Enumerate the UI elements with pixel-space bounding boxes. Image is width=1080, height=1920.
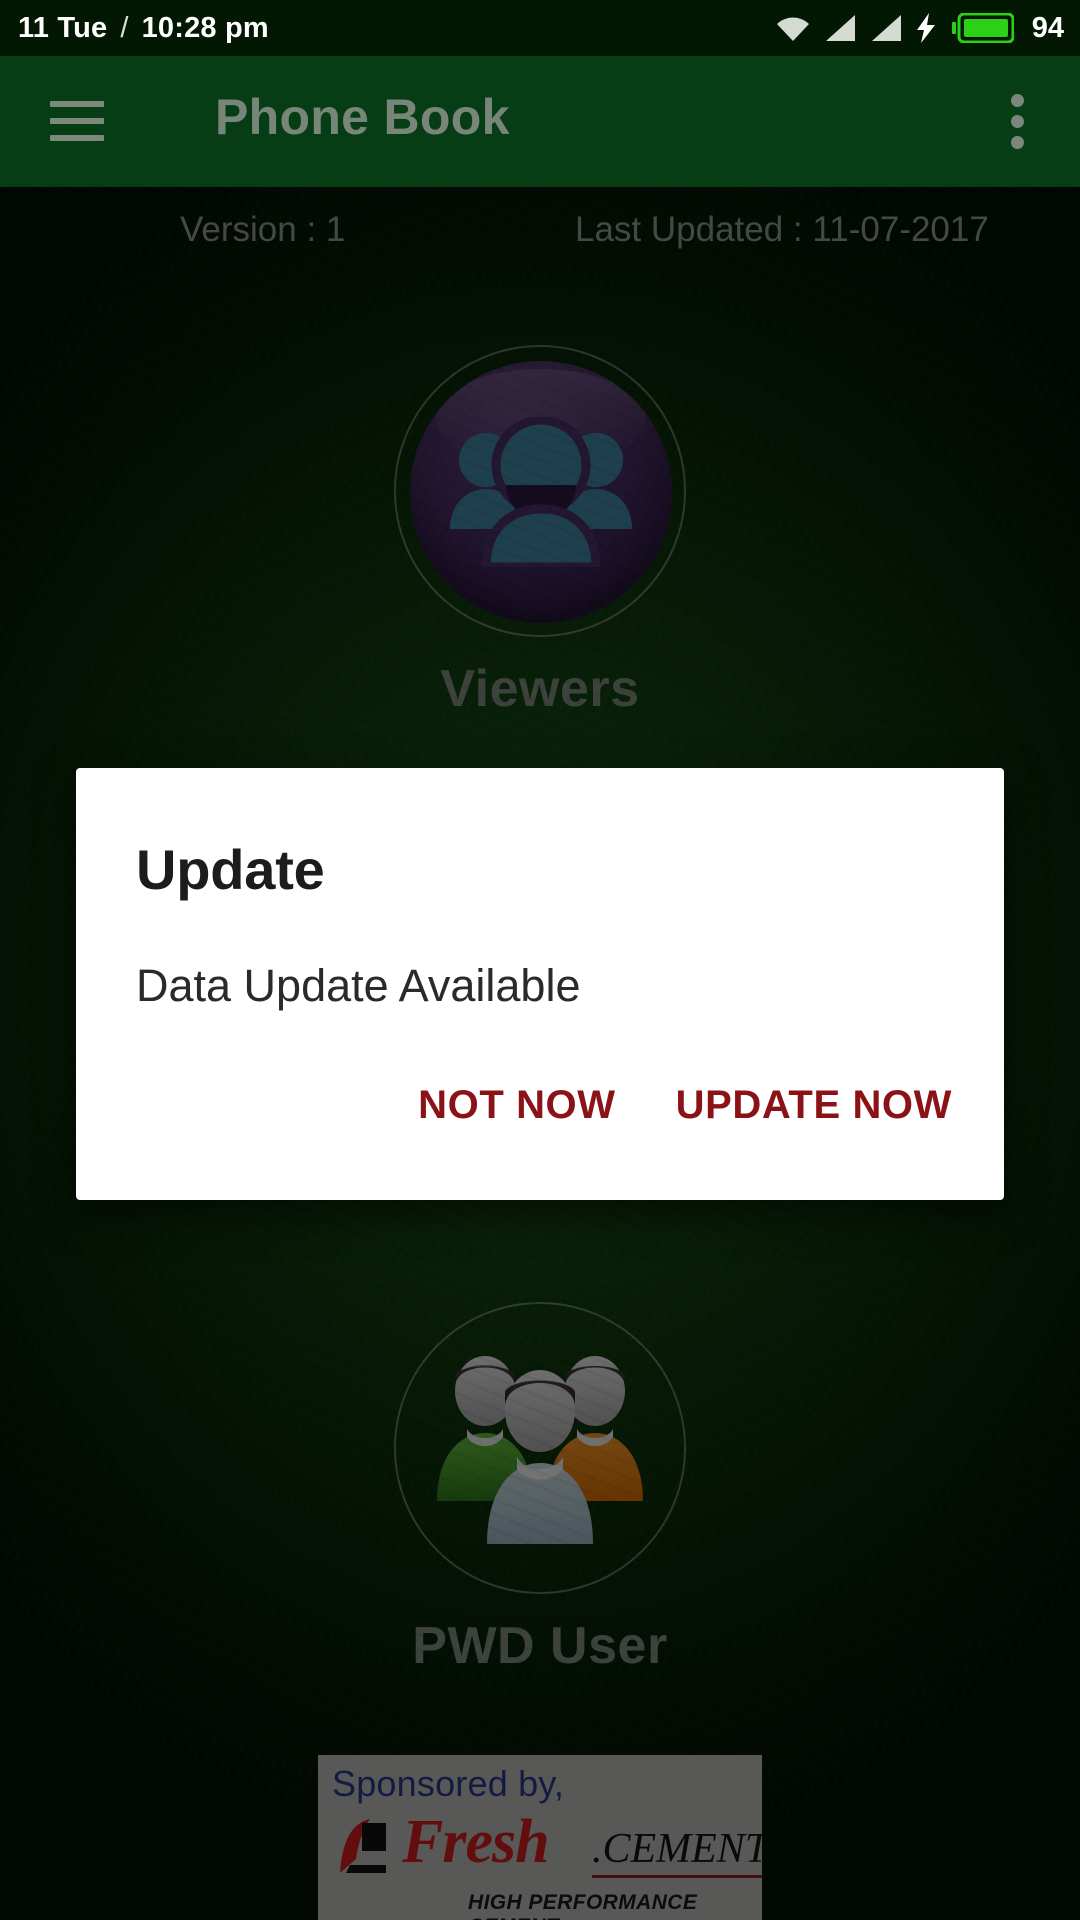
menu-dot: [1011, 136, 1024, 149]
dialog-actions: NOT NOW UPDATE NOW: [418, 1083, 952, 1128]
hamburger-menu-icon[interactable]: [50, 101, 104, 141]
dialog-message: Data Update Available: [136, 960, 581, 1011]
wifi-icon: [776, 17, 809, 41]
battery-percent-label: 94: [1031, 11, 1064, 44]
status-bar-clock: 11 Tue / 10:28 pm: [18, 12, 269, 45]
menu-bar: [50, 135, 104, 141]
page-title: Phone Book: [215, 89, 510, 145]
charging-bolt-icon: [916, 13, 935, 43]
status-bar-icons: 94: [776, 12, 1064, 45]
menu-bar: [50, 101, 104, 107]
status-date: 11 Tue: [18, 11, 108, 44]
status-bar: 11 Tue / 10:28 pm 94: [0, 0, 1080, 56]
signal-bars-icon: [825, 15, 855, 41]
dialog-title: Update: [136, 838, 325, 901]
battery-icon: [951, 13, 1014, 43]
menu-bar: [50, 118, 104, 124]
not-now-button[interactable]: NOT NOW: [418, 1083, 616, 1128]
signal-bars-icon: [871, 15, 901, 41]
status-time: 10:28 pm: [141, 11, 269, 44]
menu-dot: [1011, 115, 1024, 128]
more-vertical-icon[interactable]: [992, 94, 1042, 150]
phone-screen: Version : 1 Last Updated : 11-07-2017: [0, 0, 1080, 1920]
menu-dot: [1011, 94, 1024, 107]
status-separator: /: [120, 11, 129, 44]
update-now-button[interactable]: UPDATE NOW: [676, 1083, 952, 1128]
update-dialog: Update Data Update Available NOT NOW UPD…: [76, 768, 1004, 1200]
app-bar: Phone Book: [0, 56, 1080, 187]
